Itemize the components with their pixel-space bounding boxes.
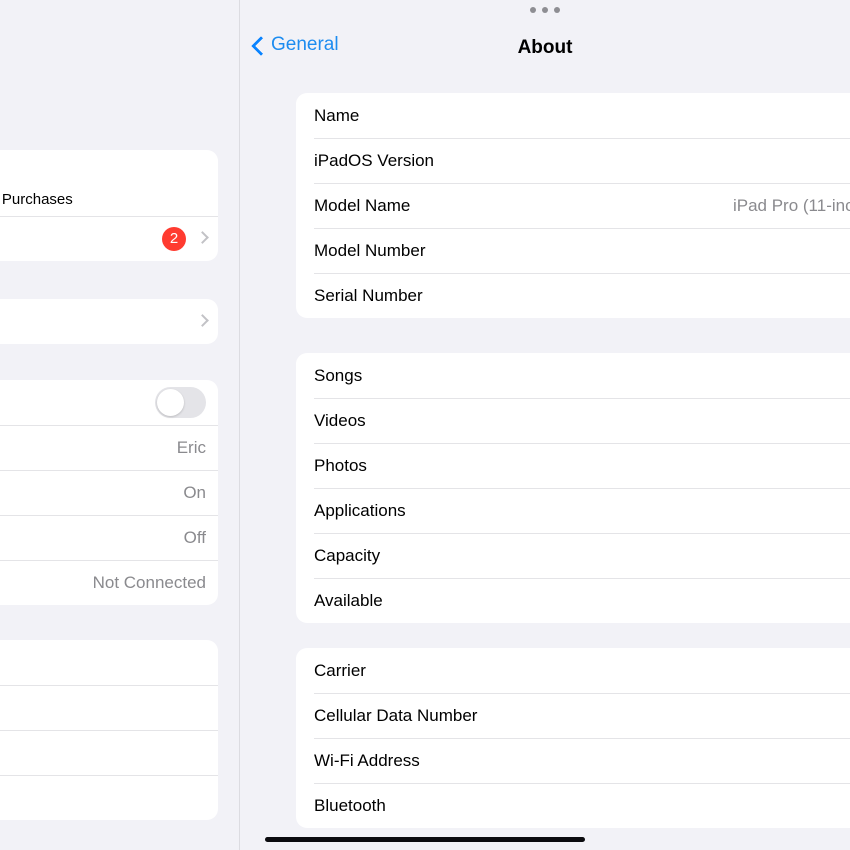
sidebar-account-group: C loud, Media & Purchases ns 2 bbox=[0, 150, 218, 261]
sidebar-hotspot-value: Not Connected bbox=[92, 572, 206, 592]
row-songs[interactable]: Songs bbox=[296, 353, 850, 398]
sidebar-hotspot-row[interactable]: Not Connected bbox=[0, 560, 218, 605]
sidebar-bluetooth-value: On bbox=[183, 482, 206, 502]
row-model-number[interactable]: Model Number bbox=[296, 228, 850, 273]
row-photos[interactable]: Photos bbox=[296, 443, 850, 488]
sidebar-cellular-row[interactable]: Off bbox=[0, 515, 218, 560]
multitasking-dots-icon[interactable] bbox=[240, 7, 850, 13]
row-bluetooth-address[interactable]: Bluetooth 70:EA bbox=[296, 783, 850, 828]
row-label: Carrier bbox=[314, 660, 366, 680]
row-available[interactable]: Available bbox=[296, 578, 850, 623]
chevron-right-icon bbox=[197, 231, 206, 246]
row-label: Name bbox=[314, 105, 360, 125]
row-label: Videos bbox=[314, 410, 366, 430]
sidebar-cellular-value: Off bbox=[183, 527, 206, 547]
row-label: Applications bbox=[314, 500, 406, 520]
row-name[interactable]: Name bbox=[296, 93, 850, 138]
sidebar-item-row[interactable] bbox=[0, 730, 218, 775]
row-videos[interactable]: Videos bbox=[296, 398, 850, 443]
sidebar-subscription-row[interactable]: or 3 Months bbox=[0, 299, 218, 344]
row-model-name[interactable]: Model Name iPad Pro (11-inch) (2n bbox=[296, 183, 850, 228]
row-label: Songs bbox=[314, 365, 363, 385]
row-applications[interactable]: Applications bbox=[296, 488, 850, 533]
row-label: Available bbox=[314, 590, 383, 610]
ipad-settings-screen: C loud, Media & Purchases ns 2 or 3 Mont… bbox=[0, 0, 850, 850]
apple-id-subtitle: loud, Media & Purchases bbox=[0, 190, 73, 208]
home-indicator[interactable] bbox=[265, 837, 585, 842]
sidebar-notifications-row[interactable]: ns 2 bbox=[0, 216, 218, 261]
row-wifi-address[interactable]: Wi-Fi Address 70:EA bbox=[296, 738, 850, 783]
dot bbox=[554, 7, 560, 13]
sidebar-airplane-mode-row[interactable]: e bbox=[0, 380, 218, 425]
row-serial-number[interactable]: Serial Number DMI bbox=[296, 273, 850, 318]
row-label: Photos bbox=[314, 455, 367, 475]
sidebar-item-row[interactable] bbox=[0, 685, 218, 730]
settings-sidebar: C loud, Media & Purchases ns 2 or 3 Mont… bbox=[0, 0, 240, 850]
row-label: Bluetooth bbox=[314, 795, 386, 815]
sidebar-subscription-group: or 3 Months bbox=[0, 299, 218, 344]
device-info-group: Name iPadOS Version Model Name iPad Pro … bbox=[296, 93, 850, 318]
row-label: Serial Number bbox=[314, 285, 423, 305]
sidebar-wifi-row[interactable]: Eric bbox=[0, 425, 218, 470]
toggle-knob bbox=[157, 389, 184, 416]
sidebar-settings-group bbox=[0, 640, 218, 820]
row-carrier[interactable]: Carrier bbox=[296, 648, 850, 693]
storage-group: Songs Videos Photos Applications Capacit… bbox=[296, 353, 850, 623]
row-ipados-version[interactable]: iPadOS Version bbox=[296, 138, 850, 183]
row-label: Model Name bbox=[314, 195, 411, 215]
airplane-mode-toggle[interactable] bbox=[155, 387, 206, 418]
row-label: Model Number bbox=[314, 240, 426, 260]
about-detail-panel: General About Name iPadOS Version Model … bbox=[240, 0, 850, 850]
sidebar-item-row[interactable] bbox=[0, 775, 218, 820]
row-label: iPadOS Version bbox=[314, 150, 435, 170]
network-group: Carrier Cellular Data Number Wi-Fi Addre… bbox=[296, 648, 850, 828]
sidebar-bluetooth-row[interactable]: On bbox=[0, 470, 218, 515]
page-title: About bbox=[517, 37, 573, 58]
row-cellular-data-number[interactable]: Cellular Data Number bbox=[296, 693, 850, 738]
row-label: Wi-Fi Address bbox=[314, 750, 420, 770]
row-label: Capacity bbox=[314, 545, 381, 565]
sidebar-connectivity-group: e Eric On Off Not Connected bbox=[0, 380, 218, 605]
sidebar-item-row[interactable] bbox=[0, 640, 218, 685]
row-capacity[interactable]: Capacity bbox=[296, 533, 850, 578]
chevron-right-icon bbox=[197, 314, 206, 329]
row-label: Cellular Data Number bbox=[314, 705, 478, 725]
dot bbox=[530, 7, 536, 13]
sidebar-wifi-value: Eric bbox=[176, 437, 206, 457]
notification-badge: 2 bbox=[162, 226, 186, 251]
sidebar-apple-id-row[interactable]: C loud, Media & Purchases bbox=[0, 150, 218, 216]
row-value: iPad Pro (11-inch) (2n bbox=[732, 195, 850, 215]
navigation-bar: General About bbox=[240, 24, 850, 78]
dot bbox=[542, 7, 548, 13]
